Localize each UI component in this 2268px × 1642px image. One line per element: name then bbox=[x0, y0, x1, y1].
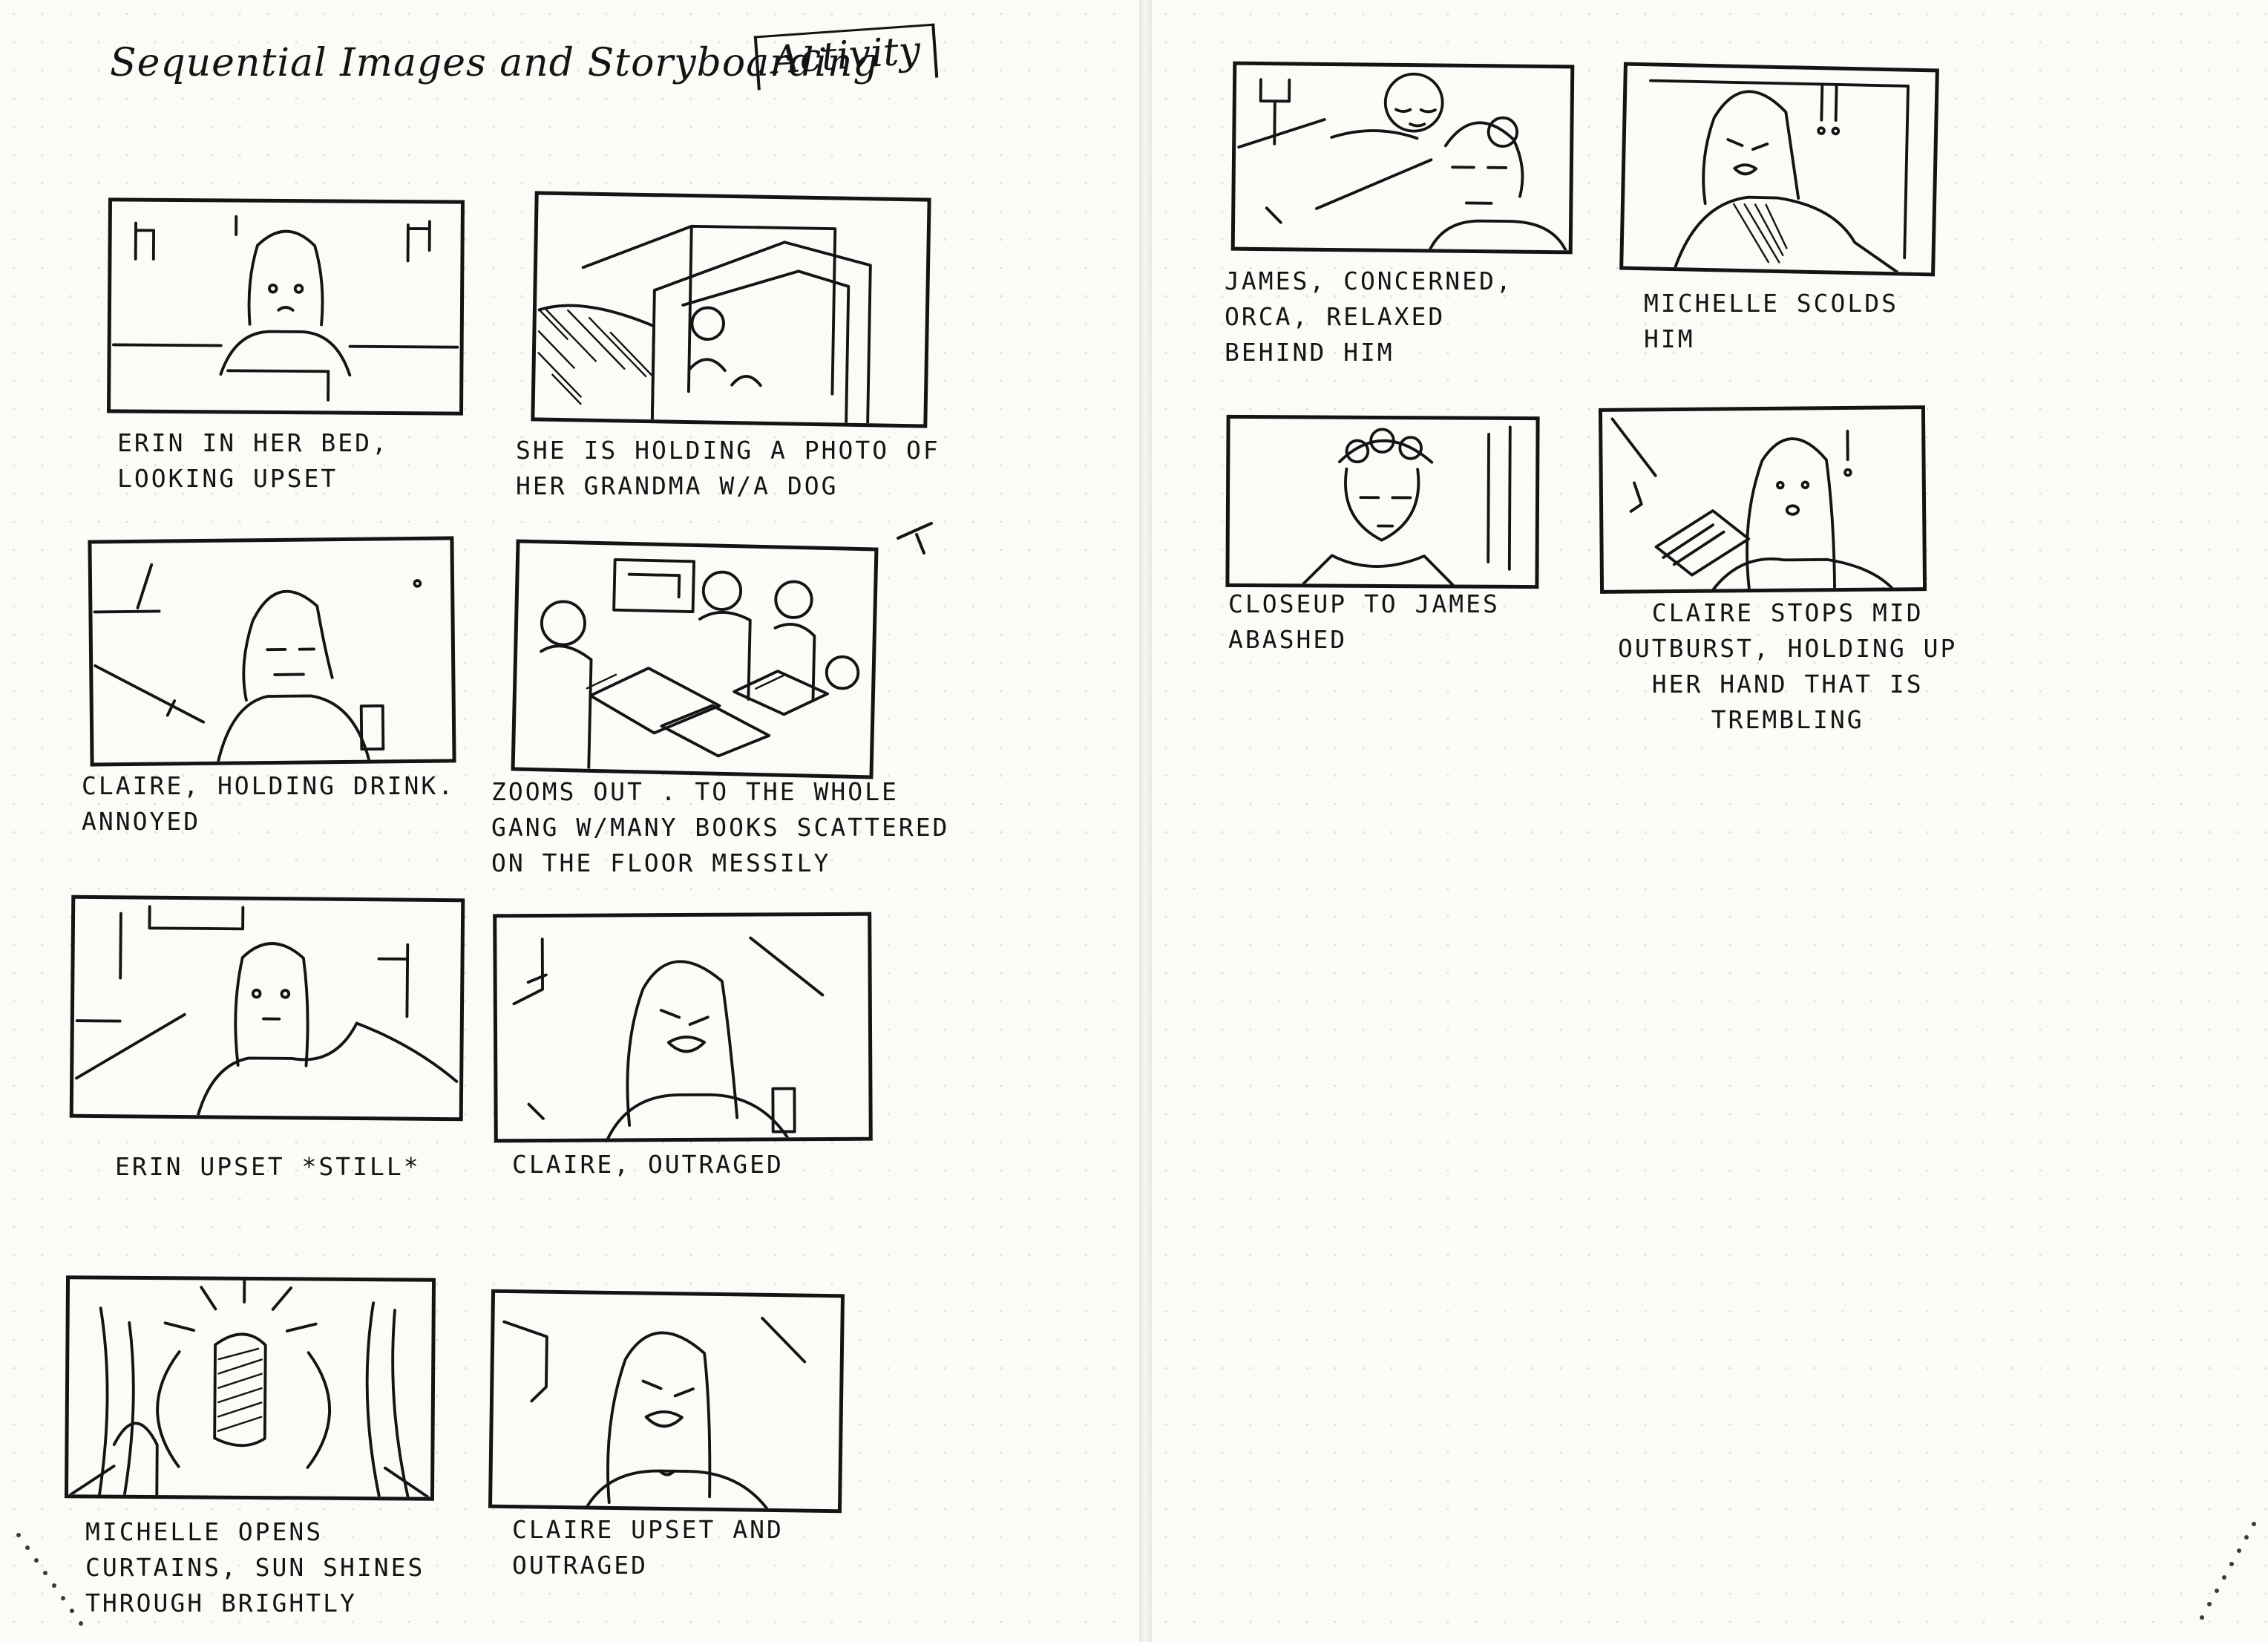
panel-12-caption: CLAIRE STOPS MID OUTBURST, HOLDING UP HE… bbox=[1618, 598, 1958, 734]
panel-2-sketch bbox=[537, 224, 872, 425]
storyboard-panel-12 bbox=[1598, 405, 1927, 594]
panel-3-sketch bbox=[93, 563, 422, 763]
panel-11-caption: CLOSEUP TO JAMES ABASHED bbox=[1228, 589, 1500, 654]
panel-5-caption: ERIN UPSET *STILL* bbox=[115, 1152, 421, 1181]
panel-1-sketch bbox=[111, 215, 459, 402]
storyboard-panel-4 bbox=[511, 539, 879, 779]
panel-4-caption: ZOOMS OUT . TO THE WHOLE GANG W/MANY BOO… bbox=[491, 777, 950, 877]
panel-12-sketch bbox=[1610, 417, 1893, 590]
storyboard-panel-7 bbox=[64, 1275, 436, 1501]
storyboard-panel-10 bbox=[1619, 62, 1939, 277]
panel-1-caption: ERIN IN HER BED, LOOKING UPSET bbox=[117, 428, 389, 493]
panel-9-caption: JAMES, CONCERNED, ORCA, RELAXED BEHIND H… bbox=[1225, 266, 1513, 367]
panel-8-caption: CLAIRE UPSET AND OUTRAGED bbox=[512, 1515, 784, 1580]
panel-6-sketch bbox=[512, 936, 825, 1139]
panel-7-caption: MICHELLE OPENS CURTAINS, SUN SHINES THRO… bbox=[85, 1517, 425, 1618]
panel-9-sketch bbox=[1237, 72, 1567, 251]
storyboard-panel-3 bbox=[88, 536, 456, 767]
panel-8-sketch bbox=[502, 1316, 807, 1510]
panel-7-sketch bbox=[69, 1279, 430, 1497]
panel-5-sketch bbox=[75, 905, 459, 1117]
storyboard-panel-6 bbox=[493, 912, 873, 1143]
storyboard-panel-2 bbox=[531, 191, 931, 428]
panel-10-caption: MICHELLE SCOLDS HIM bbox=[1644, 289, 1899, 353]
panel-10-sketch bbox=[1649, 79, 1910, 273]
storyboard-panel-8 bbox=[488, 1289, 845, 1514]
storyboard-panel-11 bbox=[1225, 414, 1540, 589]
panel-4-sketch bbox=[540, 557, 860, 769]
panel-11-sketch bbox=[1302, 425, 1512, 586]
storyboard-panel-9 bbox=[1230, 61, 1575, 255]
storyboard-panel-1 bbox=[106, 197, 465, 416]
panel-3-caption: CLAIRE, HOLDING DRINK. ANNOYED bbox=[82, 771, 456, 836]
panel-2-caption: SHE IS HOLDING A PHOTO OF HER GRANDMA W/… bbox=[516, 436, 940, 500]
notebook-gutter bbox=[1139, 0, 1152, 1642]
arrow-mark bbox=[894, 516, 939, 560]
storyboard-panel-5 bbox=[69, 894, 465, 1122]
panel-6-caption: CLAIRE, OUTRAGED bbox=[512, 1150, 784, 1179]
